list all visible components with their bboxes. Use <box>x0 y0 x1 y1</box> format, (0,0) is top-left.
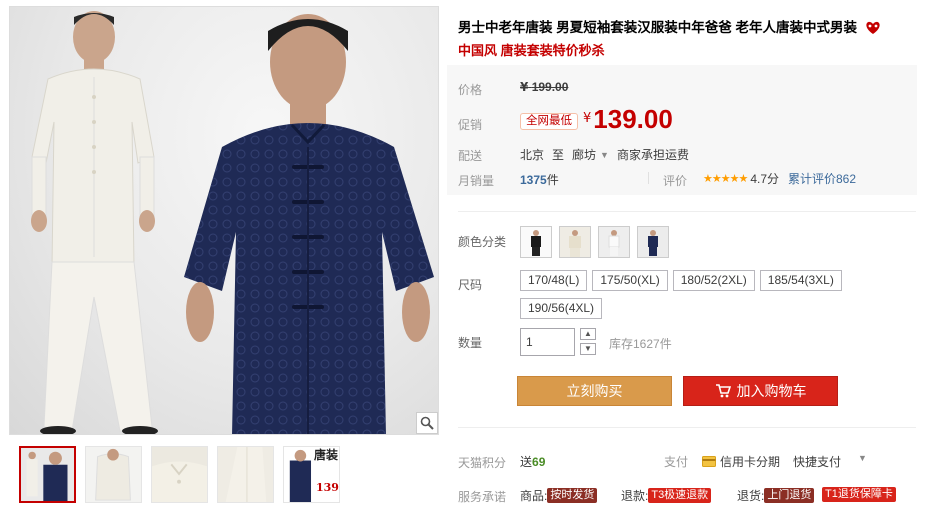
magnifier-icon <box>420 416 434 430</box>
service-return: 退货: 上门退货 <box>737 487 815 504</box>
service-return-tag[interactable]: 上门退货 <box>764 488 815 503</box>
quantity-decrease-button[interactable]: ▼ <box>580 343 596 355</box>
service-return-prefix: 退货: <box>737 489 765 503</box>
credit-card-icon <box>702 456 716 467</box>
size-options: 170/48(L) 175/50(XL) 180/52(2XL) 185/54(… <box>520 270 850 319</box>
credit-installment[interactable]: 信用卡分期 <box>702 453 780 470</box>
yen-sign: ¥ <box>520 80 529 94</box>
product-subtitle: 中国风 唐装套装特价秒杀 <box>458 43 605 58</box>
sales-unit: 件 <box>546 173 559 187</box>
thumbnail-badge-price: 139 <box>316 481 339 494</box>
ship-to-word: 至 <box>552 148 565 162</box>
color-swatch-black[interactable] <box>520 226 552 258</box>
divider <box>458 211 916 212</box>
quantity-label: 数量 <box>458 336 483 350</box>
ship-destination: 廊坊 <box>572 148 597 162</box>
divider <box>648 172 649 184</box>
credit-installment-label: 信用卡分期 <box>720 455 781 469</box>
review-summary[interactable]: ★★★★★ 4.7分 累计评价862 <box>703 170 856 187</box>
model-white-suit <box>31 11 158 434</box>
points-value: 送69 <box>520 453 545 470</box>
thumbnail-strip: 唐装 139 <box>19 446 340 503</box>
promo-label: 促销 <box>458 118 483 132</box>
shipping-info: 北京 至 廊坊 ▼ 商家承担运费 <box>520 146 689 163</box>
service-goods-prefix: 商品: <box>520 489 548 503</box>
shipping-label: 配送 <box>458 149 483 163</box>
shipping-fee: 商家承担运费 <box>616 148 689 162</box>
service-goods-tag[interactable]: 按时发货 <box>547 488 598 503</box>
thumbnail-badge-text: 唐装 <box>314 448 339 462</box>
size-option[interactable]: 185/54(3XL) <box>759 270 842 291</box>
promo-badge: 全网最低 <box>520 113 578 130</box>
points-prefix: 送 <box>520 455 533 469</box>
size-option[interactable]: 190/56(4XL) <box>520 298 603 319</box>
product-title: 男士中老年唐装 男夏短袖套装汉服装中年爸爸 老年人唐装中式男装 <box>458 18 918 41</box>
sales-label: 月销量 <box>458 174 495 188</box>
color-swatch-white[interactable] <box>598 226 630 258</box>
stock-count: 库存1627件 <box>609 337 672 351</box>
service-refund-prefix: 退款: <box>621 489 649 503</box>
color-swatch-beige[interactable] <box>559 226 591 258</box>
color-swatches <box>520 226 669 258</box>
model-navy-suit <box>184 14 434 434</box>
service-guarantee: T1退货保障卡 <box>822 487 896 502</box>
thumbnail-2[interactable] <box>85 446 142 503</box>
price-label: 价格 <box>458 83 483 97</box>
divider <box>458 427 916 428</box>
buy-now-button[interactable]: 立刻购买 <box>517 376 672 406</box>
points-number: 69 <box>532 455 546 469</box>
service-label: 服务承诺 <box>458 490 507 504</box>
cart-icon <box>715 384 731 398</box>
thumbnail-1[interactable] <box>19 446 76 503</box>
star-rating-icon: ★★★★★ <box>703 173 748 185</box>
product-photo <box>31 11 434 434</box>
quantity-increase-button[interactable]: ▲ <box>580 328 596 340</box>
product-title-text: 男士中老年唐装 男夏短袖套装汉服装中年爸爸 老年人唐装中式男装 <box>458 20 858 35</box>
service-refund-tag[interactable]: T3极速退款 <box>648 488 712 503</box>
quantity-input[interactable] <box>520 328 575 356</box>
thumbnail-3[interactable] <box>151 446 208 503</box>
thumbnail-5[interactable]: 唐装 139 <box>283 446 340 503</box>
chevron-down-icon: ▼ <box>600 149 609 160</box>
color-swatch-navy[interactable] <box>637 226 669 258</box>
thumbnail-4[interactable] <box>217 446 274 503</box>
add-to-cart-label: 加入购物车 <box>736 383 807 399</box>
yen-sign: ¥ <box>583 111 592 126</box>
original-price: ¥ 199.00 <box>520 80 568 94</box>
size-option[interactable]: 170/48(L) <box>520 270 588 291</box>
size-option[interactable]: 180/52(2XL) <box>672 270 755 291</box>
points-label: 天猫积分 <box>458 456 507 470</box>
zoom-button[interactable] <box>416 412 438 434</box>
promo-price-value: 139.00 <box>593 104 673 134</box>
ship-from: 北京 <box>520 148 545 162</box>
tmall-badge-icon <box>865 21 881 41</box>
monthly-sales: 1375件 <box>520 171 559 188</box>
original-price-value: 199.00 <box>531 80 569 94</box>
color-label: 颜色分类 <box>458 235 507 249</box>
quick-pay-label: 快捷支付 <box>793 455 842 469</box>
review-score: 4.7分 <box>750 172 779 186</box>
review-label: 评价 <box>663 174 688 188</box>
main-product-image[interactable] <box>9 6 439 435</box>
size-option[interactable]: 175/50(XL) <box>592 270 668 291</box>
review-count-link[interactable]: 累计评价862 <box>788 170 856 187</box>
service-goods: 商品: 按时发货 <box>520 487 598 504</box>
add-to-cart-button[interactable]: 加入购物车 <box>683 376 838 406</box>
promo-price: ¥139.00 <box>583 104 673 135</box>
quick-pay[interactable]: 快捷支付 <box>793 453 841 470</box>
service-refund: 退款: T3极速退款 <box>621 487 712 504</box>
ship-destination-select[interactable]: 廊坊 ▼ <box>572 146 609 163</box>
payment-label: 支付 <box>664 455 689 469</box>
service-guarantee-tag[interactable]: T1退货保障卡 <box>822 487 896 502</box>
chevron-down-icon[interactable]: ▼ <box>858 453 867 463</box>
sales-count: 1375 <box>520 173 547 187</box>
size-label: 尺码 <box>458 278 483 292</box>
